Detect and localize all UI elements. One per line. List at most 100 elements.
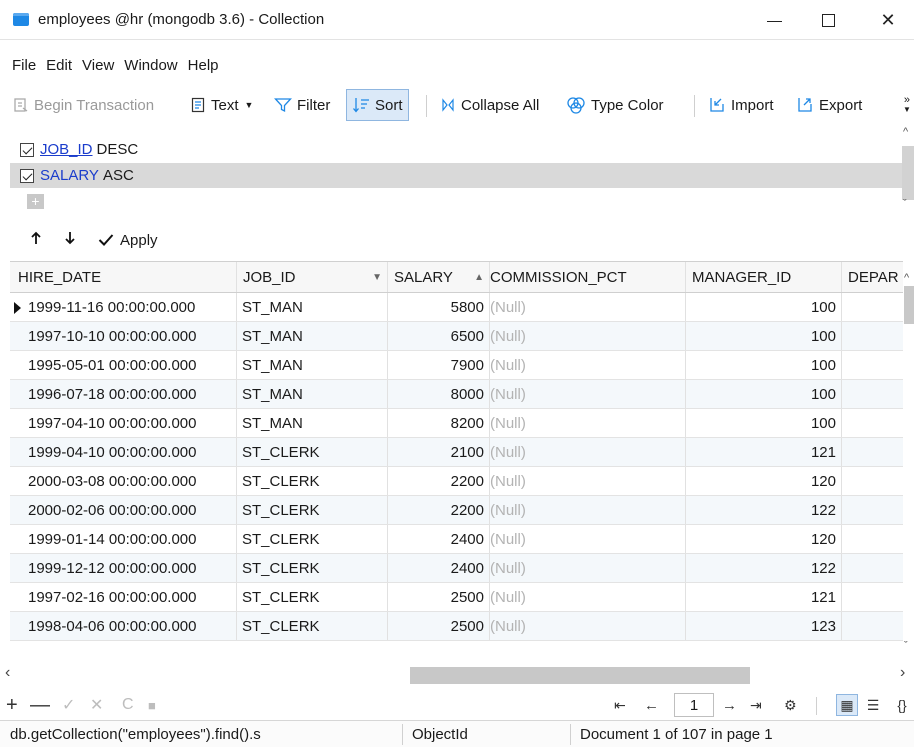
commission-pct-cell[interactable]: (Null) — [490, 554, 686, 582]
hire-date-cell[interactable]: 1997-04-10 00:00:00.000 — [10, 409, 237, 437]
column-header-manager-id[interactable]: MANAGER_ID — [686, 262, 842, 292]
begin-transaction-button[interactable]: Begin Transaction — [13, 88, 154, 122]
table-row[interactable]: 1997-10-10 00:00:00.000 ST_MAN 6500 (Null) 1… — [10, 322, 903, 351]
table-row[interactable]: 1999-12-12 00:00:00.000 ST_CLERK 2400 (Null… — [10, 554, 903, 583]
job-id-cell[interactable]: ST_MAN — [237, 322, 388, 350]
filter-button[interactable]: Filter — [274, 88, 330, 122]
grid-vertical-scrollbar[interactable]: ^ ˇ — [903, 262, 914, 652]
department-cell[interactable] — [842, 583, 903, 611]
commission-pct-cell[interactable]: (Null) — [490, 496, 686, 524]
manager-id-cell[interactable]: 122 — [686, 554, 842, 582]
commission-pct-cell[interactable]: (Null) — [490, 351, 686, 379]
apply-button[interactable]: Apply — [98, 232, 158, 249]
sort-rule-checkbox[interactable] — [20, 168, 34, 183]
department-cell[interactable] — [842, 554, 903, 582]
close-button[interactable]: ✕ — [866, 4, 910, 36]
table-row[interactable]: 2000-02-06 00:00:00.000 ST_CLERK 2200 (Null… — [10, 496, 903, 525]
scroll-down-icon[interactable]: ˇ — [904, 640, 908, 652]
table-row[interactable]: 1997-04-10 00:00:00.000 ST_MAN 8200 (Null) 1… — [10, 409, 903, 438]
salary-cell[interactable]: 8200 — [388, 409, 490, 437]
hire-date-cell[interactable]: 1997-10-10 00:00:00.000 — [10, 322, 237, 350]
column-header-department[interactable]: DEPAR — [842, 262, 903, 292]
table-row[interactable]: 1997-02-16 00:00:00.000 ST_CLERK 2500 (Null… — [10, 583, 903, 612]
job-id-cell[interactable]: ST_CLERK — [237, 583, 388, 611]
scrollbar-thumb[interactable] — [902, 146, 914, 200]
hire-date-cell[interactable]: 1999-12-12 00:00:00.000 — [10, 554, 237, 582]
job-id-cell[interactable]: ST_CLERK — [237, 525, 388, 553]
job-id-cell[interactable]: ST_CLERK — [237, 612, 388, 640]
commission-pct-cell[interactable]: (Null) — [490, 293, 686, 321]
table-row[interactable]: 1995-05-01 00:00:00.000 ST_MAN 7900 (Null) 1… — [10, 351, 903, 380]
scroll-right-icon[interactable]: › — [900, 664, 905, 682]
stop-icon[interactable]: ■ — [148, 692, 156, 718]
manager-id-cell[interactable]: 120 — [686, 467, 842, 495]
scroll-up-icon[interactable]: ^ — [904, 272, 909, 284]
manager-id-cell[interactable]: 100 — [686, 322, 842, 350]
job-id-cell[interactable]: ST_CLERK — [237, 438, 388, 466]
collapse-all-button[interactable]: Collapse All — [440, 88, 539, 122]
sort-rule-field[interactable]: JOB_ID — [40, 141, 93, 158]
hire-date-cell[interactable]: 1999-04-10 00:00:00.000 — [10, 438, 237, 466]
job-id-cell[interactable]: ST_MAN — [237, 351, 388, 379]
delete-record-icon[interactable]: — — [30, 692, 50, 718]
sort-rule-direction[interactable]: ASC — [103, 167, 134, 184]
discard-changes-icon[interactable]: ✕ — [90, 692, 103, 718]
job-id-cell[interactable]: ST_MAN — [237, 409, 388, 437]
export-button[interactable]: Export — [796, 88, 862, 122]
department-cell[interactable] — [842, 496, 903, 524]
commission-pct-cell[interactable]: (Null) — [490, 612, 686, 640]
toolbar-overflow-button[interactable]: » ▼ — [903, 88, 911, 122]
move-down-icon[interactable] — [64, 231, 76, 249]
sort-rule-checkbox[interactable] — [20, 142, 34, 157]
commission-pct-cell[interactable]: (Null) — [490, 322, 686, 350]
manager-id-cell[interactable]: 123 — [686, 612, 842, 640]
manager-id-cell[interactable]: 121 — [686, 583, 842, 611]
hire-date-cell[interactable]: 1999-11-16 00:00:00.000 — [10, 293, 237, 321]
hire-date-cell[interactable]: 1997-02-16 00:00:00.000 — [10, 583, 237, 611]
salary-cell[interactable]: 5800 — [388, 293, 490, 321]
add-record-icon[interactable]: + — [6, 692, 18, 718]
add-sort-rule-button[interactable]: + — [27, 194, 44, 209]
table-row[interactable]: 1999-11-16 00:00:00.000 ST_MAN 5800 (Null) 1… — [10, 293, 903, 322]
salary-cell[interactable]: 2400 — [388, 554, 490, 582]
job-id-cell[interactable]: ST_MAN — [237, 380, 388, 408]
salary-cell[interactable]: 2200 — [388, 496, 490, 524]
salary-cell[interactable]: 8000 — [388, 380, 490, 408]
commission-pct-cell[interactable]: (Null) — [490, 525, 686, 553]
sort-rule-row[interactable]: JOB_ID DESC — [20, 137, 903, 162]
hire-date-cell[interactable]: 1995-05-01 00:00:00.000 — [10, 351, 237, 379]
minimize-button[interactable] — [752, 4, 796, 36]
hire-date-cell[interactable]: 1998-04-06 00:00:00.000 — [10, 612, 237, 640]
salary-cell[interactable]: 2500 — [388, 583, 490, 611]
manager-id-cell[interactable]: 120 — [686, 525, 842, 553]
department-cell[interactable] — [842, 525, 903, 553]
sort-rule-field[interactable]: SALARY — [40, 167, 99, 184]
manager-id-cell[interactable]: 100 — [686, 351, 842, 379]
settings-gear-icon[interactable]: ⚙ — [784, 692, 797, 718]
next-page-icon[interactable]: → — [722, 692, 737, 718]
department-cell[interactable] — [842, 612, 903, 640]
job-id-cell[interactable]: ST_MAN — [237, 293, 388, 321]
hire-date-cell[interactable]: 2000-02-06 00:00:00.000 — [10, 496, 237, 524]
apply-changes-icon[interactable]: ✓ — [62, 692, 75, 718]
page-number-input[interactable]: 1 — [674, 693, 714, 717]
table-row[interactable]: 1996-07-18 00:00:00.000 ST_MAN 8000 (Null) 1… — [10, 380, 903, 409]
hire-date-cell[interactable]: 1999-01-14 00:00:00.000 — [10, 525, 237, 553]
sort-rule-direction[interactable]: DESC — [97, 141, 139, 158]
department-cell[interactable] — [842, 438, 903, 466]
department-cell[interactable] — [842, 467, 903, 495]
grid-view-icon[interactable]: ▦ — [836, 694, 858, 716]
scrollbar-thumb[interactable] — [410, 667, 750, 684]
sort-panel-scrollbar[interactable]: ^ ˇ — [902, 126, 914, 214]
menu-edit[interactable]: Edit — [46, 57, 76, 79]
maximize-button[interactable] — [806, 4, 850, 36]
manager-id-cell[interactable]: 100 — [686, 380, 842, 408]
table-row[interactable]: 1999-01-14 00:00:00.000 ST_CLERK 2400 (Null… — [10, 525, 903, 554]
import-button[interactable]: Import — [708, 88, 774, 122]
commission-pct-cell[interactable]: (Null) — [490, 380, 686, 408]
manager-id-cell[interactable]: 100 — [686, 409, 842, 437]
commission-pct-cell[interactable]: (Null) — [490, 438, 686, 466]
column-header-job-id[interactable]: JOB_ID ▼ — [237, 262, 388, 292]
department-cell[interactable] — [842, 380, 903, 408]
job-id-cell[interactable]: ST_CLERK — [237, 554, 388, 582]
